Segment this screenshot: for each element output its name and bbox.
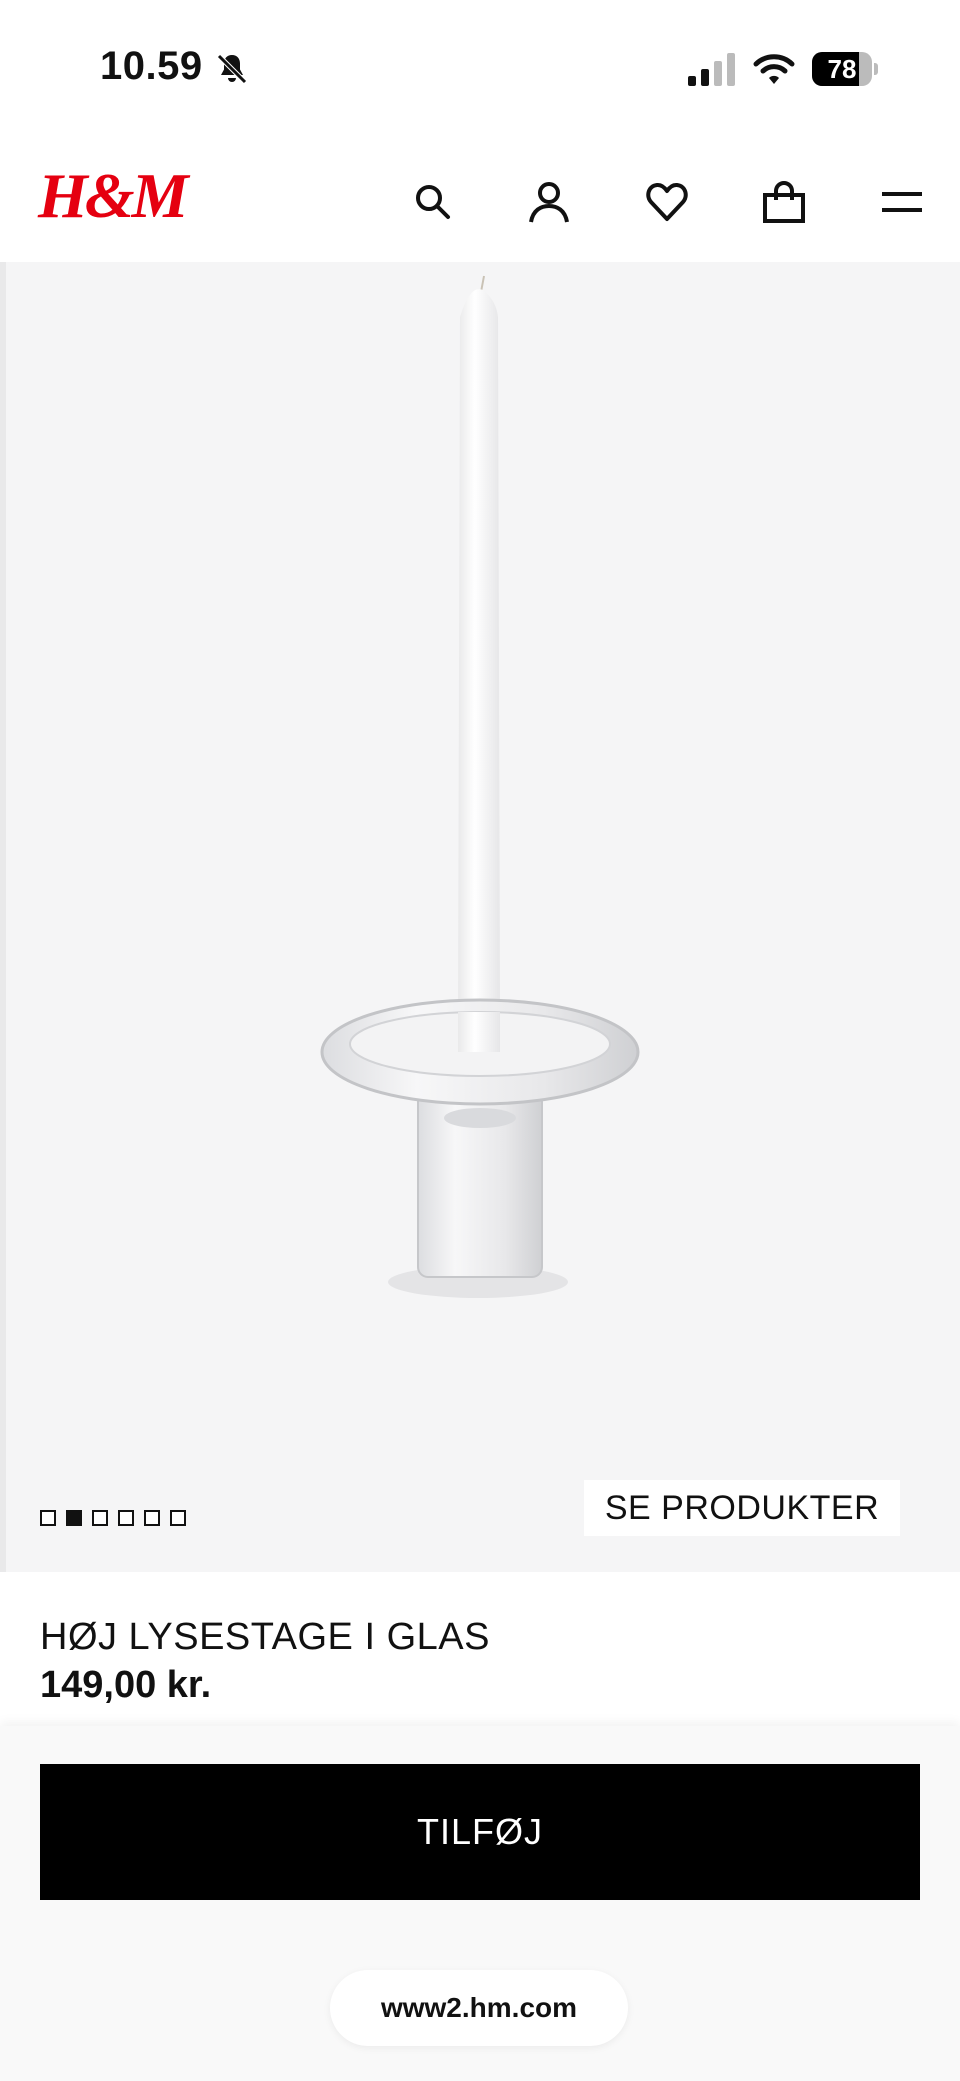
- gallery-dot[interactable]: [92, 1510, 108, 1526]
- status-bar: 10.59 78: [0, 0, 960, 140]
- wifi-icon: [752, 50, 796, 88]
- gallery-edge: [0, 262, 6, 1572]
- cellular-signal-icon: [686, 52, 738, 88]
- gallery-dot[interactable]: [144, 1510, 160, 1526]
- gallery-dot-active[interactable]: [66, 1510, 82, 1526]
- gallery-pagination: [40, 1510, 186, 1526]
- favorites-heart-icon[interactable]: [645, 180, 689, 224]
- product-price: 149,00 kr.: [40, 1664, 212, 1706]
- see-products-button[interactable]: SE PRODUKTER: [584, 1480, 900, 1536]
- gallery-dot[interactable]: [170, 1510, 186, 1526]
- browser-url-pill[interactable]: www2.hm.com: [330, 1970, 628, 2046]
- add-to-bag-bar: TILFØJ www2.hm.com: [0, 1726, 960, 2081]
- product-name: HØJ LYSESTAGE I GLAS: [40, 1616, 490, 1658]
- battery-indicator: 78: [812, 52, 878, 88]
- product-gallery[interactable]: SE PRODUKTER: [0, 262, 960, 1572]
- search-icon[interactable]: [411, 180, 455, 224]
- product-info: HØJ LYSESTAGE I GLAS 149,00 kr.: [0, 1572, 960, 1726]
- battery-level: 78: [827, 54, 857, 84]
- shopping-bag-icon[interactable]: [762, 180, 806, 224]
- add-to-bag-button[interactable]: TILFØJ: [40, 1764, 920, 1900]
- site-header: H&M: [0, 140, 960, 263]
- bell-slash-icon: [213, 50, 251, 88]
- menu-icon[interactable]: [880, 180, 924, 224]
- gallery-dot[interactable]: [118, 1510, 134, 1526]
- status-time: 10.59: [100, 44, 203, 88]
- hm-logo[interactable]: H&M: [38, 164, 188, 228]
- product-image: [300, 272, 660, 1572]
- account-icon[interactable]: [527, 180, 571, 224]
- gallery-dot[interactable]: [40, 1510, 56, 1526]
